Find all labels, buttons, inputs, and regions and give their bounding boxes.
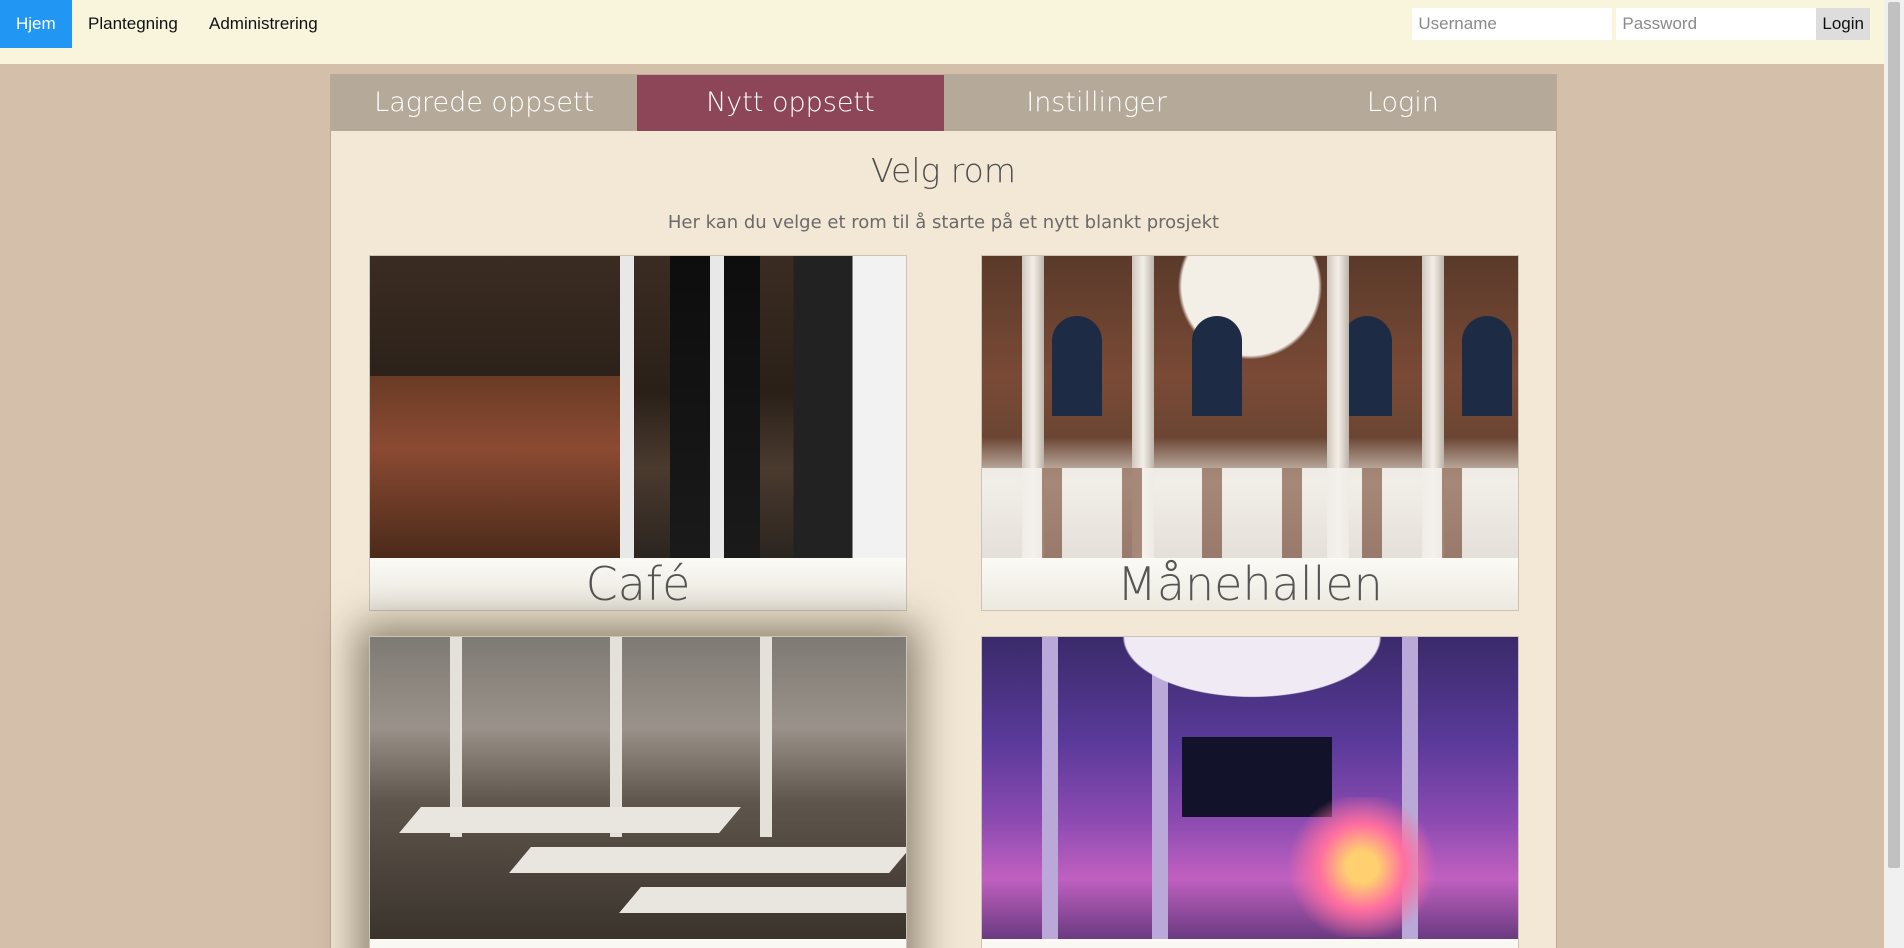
manehallen-photo [982, 256, 1518, 558]
nav-link-plantegning[interactable]: Plantegning [72, 0, 194, 48]
login-form: Login [1412, 8, 1870, 40]
password-input[interactable] [1616, 8, 1817, 40]
nav-link-administrering[interactable]: Administrering [193, 0, 334, 48]
cafe-photo [370, 256, 906, 558]
scrollbar-thumb[interactable] [1888, 2, 1900, 868]
room-name: Café [370, 558, 906, 610]
room-card-cafe[interactable]: Café [369, 255, 907, 611]
vertical-scrollbar[interactable] [1884, 0, 1904, 948]
room-name [370, 939, 906, 948]
room-selection-panel: Lagrede oppsett Nytt oppsett Instillinge… [330, 74, 1557, 948]
page-title: Velg rom [871, 151, 1016, 190]
top-navigation: Hjem Plantegning Administrering Login [0, 0, 1884, 64]
banquet-hall-photo [370, 637, 906, 939]
login-button[interactable]: Login [1816, 8, 1870, 40]
tab-lagrede-oppsett[interactable]: Lagrede oppsett [331, 75, 637, 131]
tab-login[interactable]: Login [1250, 75, 1556, 131]
room-card-banquet-hall[interactable] [369, 636, 907, 948]
page-subtitle: Her kan du velge et rom til å starte på … [667, 212, 1220, 233]
nav-link-hjem[interactable]: Hjem [0, 0, 72, 48]
room-card-manehallen[interactable]: Månehallen [981, 255, 1519, 611]
username-input[interactable] [1412, 8, 1613, 40]
concert-hall-photo [982, 637, 1518, 939]
room-card-concert-hall[interactable] [981, 636, 1519, 948]
tab-instillinger[interactable]: Instillinger [944, 75, 1250, 131]
tab-nytt-oppsett[interactable]: Nytt oppsett [637, 75, 944, 131]
room-name: Månehallen [982, 558, 1518, 610]
tab-bar: Lagrede oppsett Nytt oppsett Instillinge… [331, 75, 1556, 131]
room-name [982, 939, 1518, 948]
